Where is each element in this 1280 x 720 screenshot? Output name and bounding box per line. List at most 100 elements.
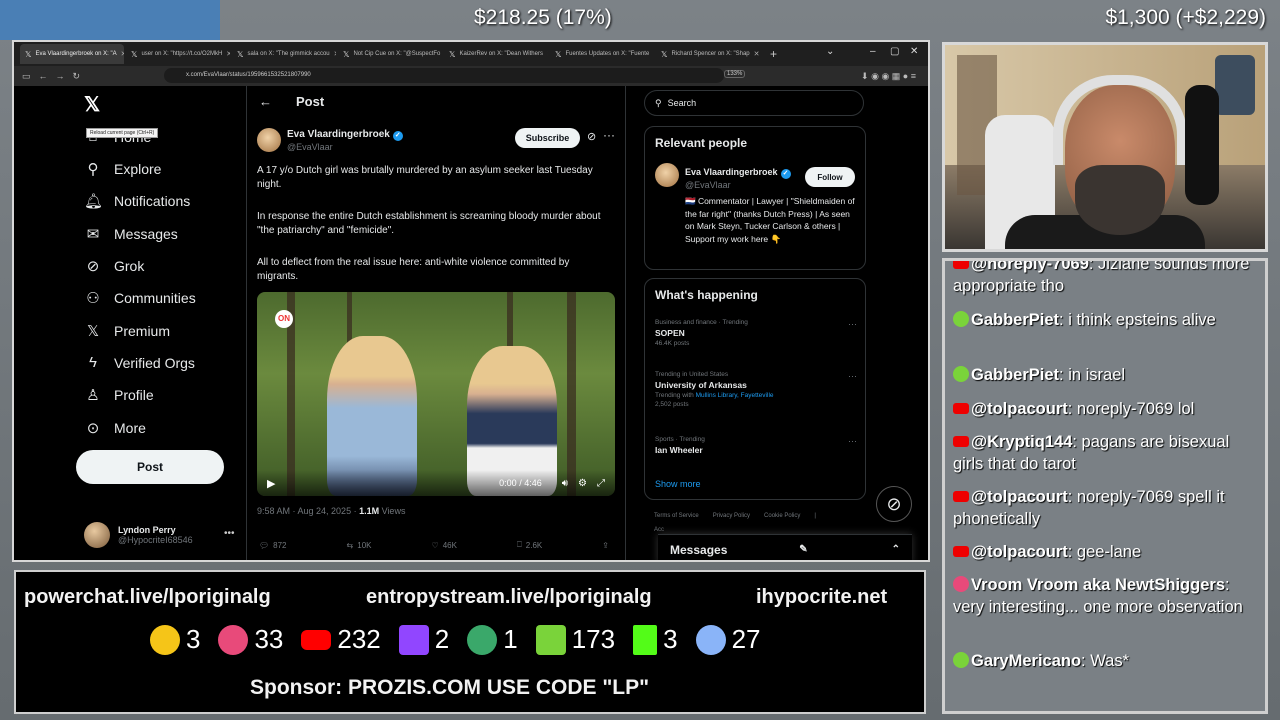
settings-gear-icon[interactable]: ⚙ (578, 478, 587, 489)
trend-item[interactable]: Trending in United States University of … (655, 371, 857, 408)
sponsor-text: Sponsor: PROZIS.COM USE CODE "LP" (250, 676, 650, 699)
account-switcher[interactable]: Lyndon Perry @HypocriteI68546 ••• (84, 522, 235, 548)
counter: 1 (467, 624, 518, 655)
browser-tab[interactable]: 𝕏Fuentes Updates on X: "Fuente✕ (550, 44, 654, 64)
person-name[interactable]: Eva Vlaardingerbroek ✓ (685, 167, 791, 179)
reload-icon[interactable]: ↻ (73, 71, 81, 82)
nav-more[interactable]: ⊙ More (84, 419, 146, 437)
follow-button[interactable]: Follow (805, 167, 855, 187)
more-icon[interactable]: ··· (848, 436, 857, 446)
search-icon: ⚲ (87, 161, 99, 178)
nav-premium[interactable]: 𝕏 Premium (84, 322, 170, 340)
address-bar[interactable]: x.com/EvaVlaar/status/195966153252180799… (164, 68, 724, 83)
bookmark-icon: ⎕ (516, 540, 522, 549)
maximize-icon[interactable]: ▢ (890, 46, 899, 57)
powerchat-link: powerchat.live/lporiginalg (24, 586, 271, 608)
person-handle[interactable]: @EvaVlaar (685, 180, 731, 190)
grok-icon[interactable]: ⊘ (587, 130, 596, 143)
account-name: Lyndon Perry (118, 525, 176, 535)
bolt-icon: ϟ (89, 354, 97, 371)
show-more-link[interactable]: Show more (655, 479, 701, 489)
author-name[interactable]: Eva Vlaardingerbroek ✓ (287, 129, 403, 141)
browser-tab[interactable]: 𝕏user on X: "https://t.co/O2MkH ✕ (126, 44, 230, 64)
close-tab-icon[interactable]: ✕ (547, 50, 548, 58)
grok-float-icon[interactable]: ⊘ (876, 486, 912, 522)
close-tab-icon[interactable]: ✕ (226, 50, 230, 58)
close-window-icon[interactable]: ✕ (910, 46, 918, 57)
trend-item[interactable]: Business and finance · Trending SOPEN 46… (655, 319, 857, 347)
nav-grok[interactable]: ⊘ Grok (84, 257, 145, 275)
youtube-icon (953, 403, 969, 414)
close-tab-icon[interactable]: ✕ (334, 50, 336, 58)
zoom-level[interactable]: 133% (724, 70, 746, 78)
nav-notifications[interactable]: 🔔︎ Notifications (84, 192, 190, 210)
new-tab-button[interactable]: + (770, 47, 777, 61)
nav-profile[interactable]: ♙ Profile (84, 386, 153, 404)
like-button[interactable]: ♡ 46K (432, 540, 457, 550)
trend-link[interactable]: Mullins Library, Fayetteville (696, 392, 774, 399)
post-author: Eva Vlaardingerbroek ✓ @EvaVlaar Subscrib… (257, 128, 617, 156)
terms-link[interactable]: Terms of Service (654, 513, 699, 519)
author-avatar[interactable] (257, 128, 281, 152)
nav-messages[interactable]: ✉ Messages (84, 225, 178, 243)
play-icon[interactable]: ▶ (267, 477, 275, 490)
sidebar-toggle-icon[interactable]: ▭ (22, 71, 31, 82)
post-button[interactable]: Post (76, 450, 224, 484)
more-icon[interactable]: ··· (848, 319, 857, 329)
volume-icon[interactable]: 🔊︎ (562, 478, 568, 489)
more-icon[interactable]: ··· (603, 128, 615, 142)
forward-icon[interactable]: → (56, 71, 65, 81)
tab-list-icon[interactable]: ⌄ (826, 46, 834, 57)
stream-info-panel: powerchat.live/lporiginalg entropystream… (14, 570, 926, 714)
bookmark-button[interactable]: ⎕ 2.6K (517, 540, 542, 550)
messages-drawer[interactable]: Messages ✎ ⌃ (658, 534, 912, 560)
x-page: 𝕏 ⌂Home ⚲Explore 🔔︎Notifications ✉Messag… (14, 86, 928, 560)
close-tab-icon[interactable]: ✕ (754, 50, 760, 58)
more-icon[interactable]: ··· (848, 371, 857, 381)
more-icon[interactable]: ••• (224, 528, 235, 539)
x-logo-icon[interactable]: 𝕏 (84, 92, 100, 117)
microphone-icon (1185, 85, 1219, 205)
verified-badge-icon: ✓ (780, 169, 791, 179)
trend-item[interactable]: Sports · Trending Ian Wheeler ··· (655, 436, 857, 455)
grok-icon: ⊘ (86, 258, 100, 275)
nav-verified-orgs[interactable]: ϟ Verified Orgs (84, 354, 195, 371)
close-tab-icon[interactable]: ✕ (653, 50, 654, 58)
chevron-up-icon[interactable]: ⌃ (892, 544, 900, 555)
back-arrow-icon[interactable]: ← (259, 94, 272, 109)
nav-communities[interactable]: ⚇ Communities (84, 289, 195, 307)
extensions-icon[interactable]: ⬇ ◉ ◉ ▦ ● ≡ (861, 71, 916, 82)
compose-icon[interactable]: ✎ (799, 544, 807, 555)
chat-message: GabberPiet: i think epsteins alive (953, 309, 1259, 331)
privacy-link[interactable]: Privacy Policy (713, 513, 750, 519)
minimize-icon[interactable]: – (870, 46, 876, 57)
x-favicon-icon: 𝕏 (449, 49, 456, 59)
nav-explore[interactable]: ⚲ Explore (84, 160, 162, 178)
avatar[interactable] (655, 163, 679, 187)
fullscreen-icon[interactable]: ⤢ (597, 478, 605, 489)
youtube-icon (953, 261, 969, 269)
person-icon: ♙ (86, 387, 100, 404)
footer-links: Terms of Service Privacy Policy Cookie P… (654, 513, 816, 519)
browser-tab[interactable]: 𝕏sala on X: "The gimmick accou✕ (232, 44, 336, 64)
footer-more[interactable]: Acc (654, 527, 664, 533)
reply-button[interactable]: 💬︎ 872 (259, 540, 287, 550)
browser-tab[interactable]: 𝕏KaizerRev on X: "Dean Withers✕ (444, 44, 548, 64)
whats-happening-card: What's happening Business and finance · … (644, 278, 866, 500)
post-text-paragraph: In response the entire Dutch establishme… (257, 211, 601, 236)
video-player[interactable]: ON ▶ 0:00 / 4:46 🔊︎ ⚙ ⤢ (257, 292, 615, 496)
browser-tab[interactable]: 𝕏 Eva Vlaardingerbroek on X: "A ✕ (20, 44, 124, 64)
share-button[interactable]: ⇪ (602, 540, 609, 550)
video-controls: ▶ 0:00 / 4:46 🔊︎ ⚙ ⤢ (257, 470, 615, 496)
repost-button[interactable]: ⇆ 10K (347, 540, 372, 550)
subscribe-button[interactable]: Subscribe (515, 128, 580, 148)
avatar (84, 522, 110, 548)
search-input[interactable]: ⚲ Search (644, 90, 864, 116)
close-tab-icon[interactable]: ✕ (121, 50, 124, 58)
back-icon[interactable]: ← (39, 71, 48, 81)
counter: 232 (301, 624, 381, 655)
author-handle[interactable]: @EvaVlaar (287, 142, 333, 152)
browser-tab[interactable]: 𝕏Not Cip Cue on X: "@SuspectFo✕ (338, 44, 442, 64)
cookie-link[interactable]: Cookie Policy (764, 513, 800, 519)
browser-tab[interactable]: 𝕏 Richard Spencer on X: "Shap ✕ (656, 44, 760, 64)
